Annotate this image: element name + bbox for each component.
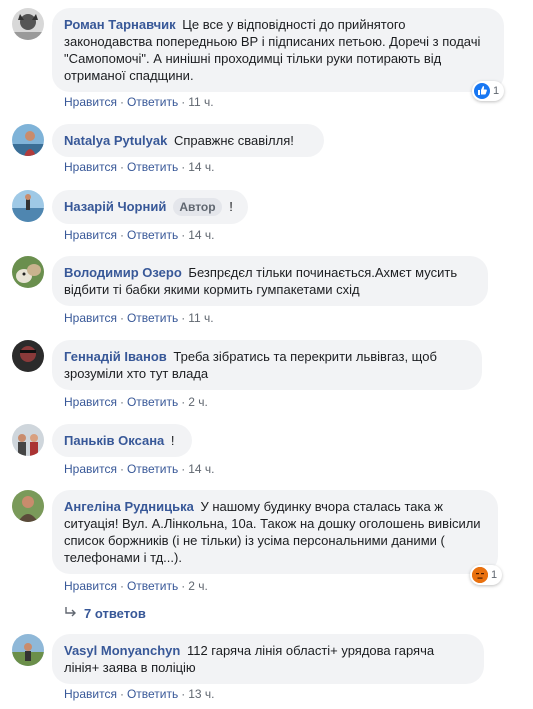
like-link[interactable]: Нравится [64,687,117,701]
separator: · [119,311,124,325]
comment-bubble: Паньків Оксана ! [52,424,192,457]
comment-bubble: Назарій Чорний Автор ! [52,190,248,224]
comment-author[interactable]: Назарій Чорний [64,199,166,214]
like-link[interactable]: Нравится [64,395,117,409]
avatar[interactable] [12,634,44,666]
reply-link[interactable]: Ответить [127,160,178,174]
comment-time[interactable]: 2 ч. [188,579,208,593]
separator: · [181,311,186,325]
separator: · [181,228,186,242]
separator: · [181,395,186,409]
comment-text: ! [170,433,175,448]
separator: · [181,95,186,109]
comment-time[interactable]: 14 ч. [188,462,214,476]
comment-bubble: Роман Тарнавчик Це все у відповідності д… [52,8,504,92]
comment-author[interactable]: Natalya Pytulyak [64,133,167,148]
comment-time[interactable]: 11 ч. [188,95,213,109]
separator: · [119,160,124,174]
reply-link[interactable]: Ответить [127,311,178,325]
comment-actions: Нравится · Ответить · 14 ч. [64,227,215,243]
comment-text: ! [229,199,233,214]
comment-bubble: Ангеліна Рудницька У нашому будинку вчор… [52,490,498,574]
separator: · [119,228,124,242]
like-link[interactable]: Нравится [64,160,117,174]
comment-actions: Нравится · Ответить · 2 ч. [64,394,208,410]
comment-text: Справжнє свавілля! [173,133,294,148]
comment-author[interactable]: Роман Тарнавчик [64,17,176,32]
comment-time[interactable]: 14 ч. [188,160,214,174]
replies-count[interactable]: 7 ответов [84,606,146,621]
comment-author[interactable]: Vasyl Monyanchyn [64,643,180,658]
reply-link[interactable]: Ответить [127,462,178,476]
comment-bubble: Vasyl Monyanchyn 112 гаряча лінія област… [52,634,484,684]
comment-actions: Нравится · Ответить · 11 ч. [64,94,214,110]
separator: · [119,687,124,701]
comment-actions: Нравится · Ответить · 11 ч. [64,310,214,326]
comment-actions: Нравится · Ответить · 13 ч. [64,686,215,702]
comment-time[interactable]: 13 ч. [188,687,214,701]
comment-actions: Нравится · Ответить · 14 ч. [64,461,215,477]
like-link[interactable]: Нравится [64,579,117,593]
comment-bubble: Геннадій Іванов Треба зібратись та перек… [52,340,482,390]
comment-bubble: Natalya Pytulyak Справжнє свавілля! [52,124,324,157]
avatar[interactable] [12,490,44,522]
reaction-badge[interactable]: 1 [470,565,503,585]
avatar[interactable] [12,424,44,456]
separator: · [181,687,186,701]
like-link[interactable]: Нравится [64,462,117,476]
avatar[interactable] [12,190,44,222]
like-reaction-icon [474,83,490,99]
comment-author[interactable]: Геннадій Іванов [64,349,167,364]
like-link[interactable]: Нравится [64,95,117,109]
separator: · [181,462,186,476]
view-replies-link[interactable]: 7 ответов [64,606,146,621]
comment-author[interactable]: Ангеліна Рудницька [64,499,194,514]
avatar[interactable] [12,8,44,40]
comment-time[interactable]: 14 ч. [188,228,214,242]
reaction-badge[interactable]: 1 [472,81,505,101]
author-badge: Автор [173,198,222,216]
comment-time[interactable]: 11 ч. [188,311,213,325]
reply-link[interactable]: Ответить [127,228,178,242]
angry-reaction-icon [472,567,488,583]
reply-link[interactable]: Ответить [127,687,178,701]
separator: · [181,160,186,174]
comment-author[interactable]: Володимир Озеро [64,265,182,280]
like-link[interactable]: Нравится [64,311,117,325]
like-link[interactable]: Нравится [64,228,117,242]
separator: · [181,579,186,593]
avatar[interactable] [12,256,44,288]
comment-time[interactable]: 2 ч. [188,395,208,409]
separator: · [119,579,124,593]
reaction-count: 1 [491,569,498,581]
reply-link[interactable]: Ответить [127,579,178,593]
comment-actions: Нравится · Ответить · 14 ч. [64,159,215,175]
comment-bubble: Володимир Озеро Безпрєдєл тільки починає… [52,256,488,306]
comment-actions: Нравится · Ответить · 2 ч. [64,578,208,594]
avatar[interactable] [12,124,44,156]
reply-link[interactable]: Ответить [127,95,178,109]
avatar[interactable] [12,340,44,372]
separator: · [119,95,124,109]
reply-arrow-icon [64,606,78,621]
comment-author[interactable]: Паньків Оксана [64,433,164,448]
reaction-count: 1 [493,85,500,97]
separator: · [119,462,124,476]
reply-link[interactable]: Ответить [127,395,178,409]
separator: · [119,395,124,409]
